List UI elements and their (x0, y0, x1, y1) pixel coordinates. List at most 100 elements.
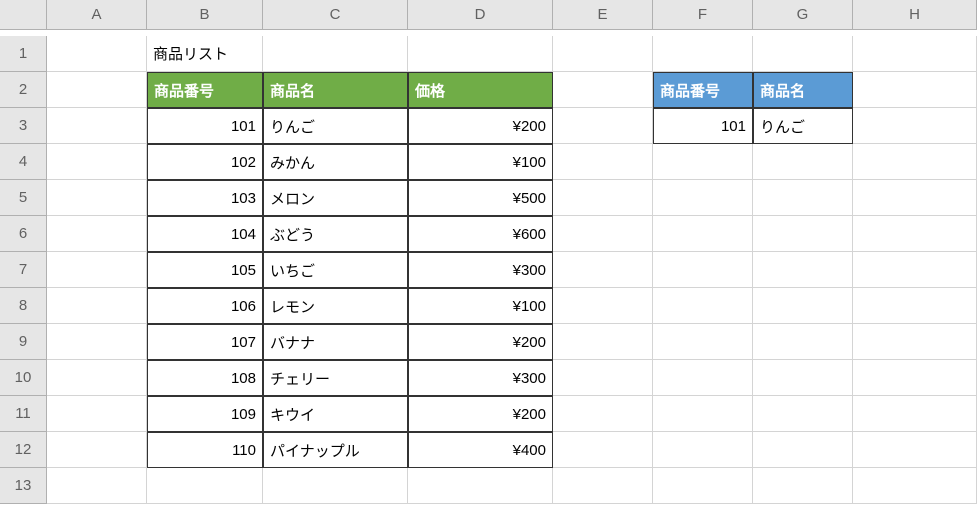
cell-B10[interactable]: 108 (147, 360, 263, 396)
row-header-8[interactable]: 8 (0, 288, 47, 324)
cell-F1[interactable] (653, 36, 753, 72)
cell-C11[interactable]: キウイ (263, 396, 408, 432)
cell-A3[interactable] (47, 108, 147, 144)
row-header-1[interactable]: 1 (0, 36, 47, 72)
cell-C13[interactable] (263, 468, 408, 504)
cell-G13[interactable] (753, 468, 853, 504)
cell-E13[interactable] (553, 468, 653, 504)
row-header-10[interactable]: 10 (0, 360, 47, 396)
cell-A4[interactable] (47, 144, 147, 180)
cell-C12[interactable]: パイナップル (263, 432, 408, 468)
cell-H1[interactable] (853, 36, 977, 72)
cell-B2[interactable]: 商品番号 (147, 72, 263, 108)
cell-G12[interactable] (753, 432, 853, 468)
cell-G7[interactable] (753, 252, 853, 288)
cell-F10[interactable] (653, 360, 753, 396)
cell-C3[interactable]: りんご (263, 108, 408, 144)
cell-B4[interactable]: 102 (147, 144, 263, 180)
cell-C1[interactable] (263, 36, 408, 72)
cell-E4[interactable] (553, 144, 653, 180)
cell-B6[interactable]: 104 (147, 216, 263, 252)
col-header-E[interactable]: E (553, 0, 653, 30)
cell-F5[interactable] (653, 180, 753, 216)
row-header-13[interactable]: 13 (0, 468, 47, 504)
row-header-5[interactable]: 5 (0, 180, 47, 216)
row-header-2[interactable]: 2 (0, 72, 47, 108)
cell-D7[interactable]: ¥300 (408, 252, 553, 288)
col-header-H[interactable]: H (853, 0, 977, 30)
cell-H12[interactable] (853, 432, 977, 468)
cell-D5[interactable]: ¥500 (408, 180, 553, 216)
col-header-F[interactable]: F (653, 0, 753, 30)
spreadsheet-grid[interactable]: A B C D E F G H 1 商品リスト 2 商品番号 商品名 価格 商品… (0, 0, 977, 504)
cell-B12[interactable]: 110 (147, 432, 263, 468)
cell-F11[interactable] (653, 396, 753, 432)
cell-E5[interactable] (553, 180, 653, 216)
cell-F9[interactable] (653, 324, 753, 360)
cell-H4[interactable] (853, 144, 977, 180)
cell-H2[interactable] (853, 72, 977, 108)
cell-A12[interactable] (47, 432, 147, 468)
cell-C8[interactable]: レモン (263, 288, 408, 324)
cell-E10[interactable] (553, 360, 653, 396)
cell-A13[interactable] (47, 468, 147, 504)
cell-F7[interactable] (653, 252, 753, 288)
cell-D11[interactable]: ¥200 (408, 396, 553, 432)
row-header-7[interactable]: 7 (0, 252, 47, 288)
row-header-9[interactable]: 9 (0, 324, 47, 360)
cell-E12[interactable] (553, 432, 653, 468)
col-header-G[interactable]: G (753, 0, 853, 30)
cell-C10[interactable]: チェリー (263, 360, 408, 396)
cell-D13[interactable] (408, 468, 553, 504)
cell-D12[interactable]: ¥400 (408, 432, 553, 468)
cell-G9[interactable] (753, 324, 853, 360)
row-header-3[interactable]: 3 (0, 108, 47, 144)
cell-B3[interactable]: 101 (147, 108, 263, 144)
cell-D3[interactable]: ¥200 (408, 108, 553, 144)
cell-D1[interactable] (408, 36, 553, 72)
cell-G1[interactable] (753, 36, 853, 72)
row-header-12[interactable]: 12 (0, 432, 47, 468)
cell-A10[interactable] (47, 360, 147, 396)
cell-G5[interactable] (753, 180, 853, 216)
cell-C4[interactable]: みかん (263, 144, 408, 180)
cell-E11[interactable] (553, 396, 653, 432)
cell-H11[interactable] (853, 396, 977, 432)
cell-A9[interactable] (47, 324, 147, 360)
cell-C2[interactable]: 商品名 (263, 72, 408, 108)
cell-F6[interactable] (653, 216, 753, 252)
cell-H10[interactable] (853, 360, 977, 396)
cell-C6[interactable]: ぶどう (263, 216, 408, 252)
cell-A2[interactable] (47, 72, 147, 108)
col-header-C[interactable]: C (263, 0, 408, 30)
cell-E9[interactable] (553, 324, 653, 360)
cell-A11[interactable] (47, 396, 147, 432)
select-all-corner[interactable] (0, 0, 47, 30)
cell-D2[interactable]: 価格 (408, 72, 553, 108)
cell-C7[interactable]: いちご (263, 252, 408, 288)
cell-E8[interactable] (553, 288, 653, 324)
cell-B13[interactable] (147, 468, 263, 504)
cell-B1[interactable]: 商品リスト (147, 36, 263, 72)
col-header-D[interactable]: D (408, 0, 553, 30)
cell-G4[interactable] (753, 144, 853, 180)
cell-E2[interactable] (553, 72, 653, 108)
cell-G8[interactable] (753, 288, 853, 324)
cell-H3[interactable] (853, 108, 977, 144)
cell-D9[interactable]: ¥200 (408, 324, 553, 360)
cell-G6[interactable] (753, 216, 853, 252)
cell-A8[interactable] (47, 288, 147, 324)
cell-C5[interactable]: メロン (263, 180, 408, 216)
cell-B8[interactable]: 106 (147, 288, 263, 324)
cell-G2[interactable]: 商品名 (753, 72, 853, 108)
cell-D10[interactable]: ¥300 (408, 360, 553, 396)
cell-A6[interactable] (47, 216, 147, 252)
cell-F2[interactable]: 商品番号 (653, 72, 753, 108)
cell-B9[interactable]: 107 (147, 324, 263, 360)
cell-F12[interactable] (653, 432, 753, 468)
cell-A5[interactable] (47, 180, 147, 216)
cell-B7[interactable]: 105 (147, 252, 263, 288)
cell-F8[interactable] (653, 288, 753, 324)
cell-D4[interactable]: ¥100 (408, 144, 553, 180)
cell-D8[interactable]: ¥100 (408, 288, 553, 324)
